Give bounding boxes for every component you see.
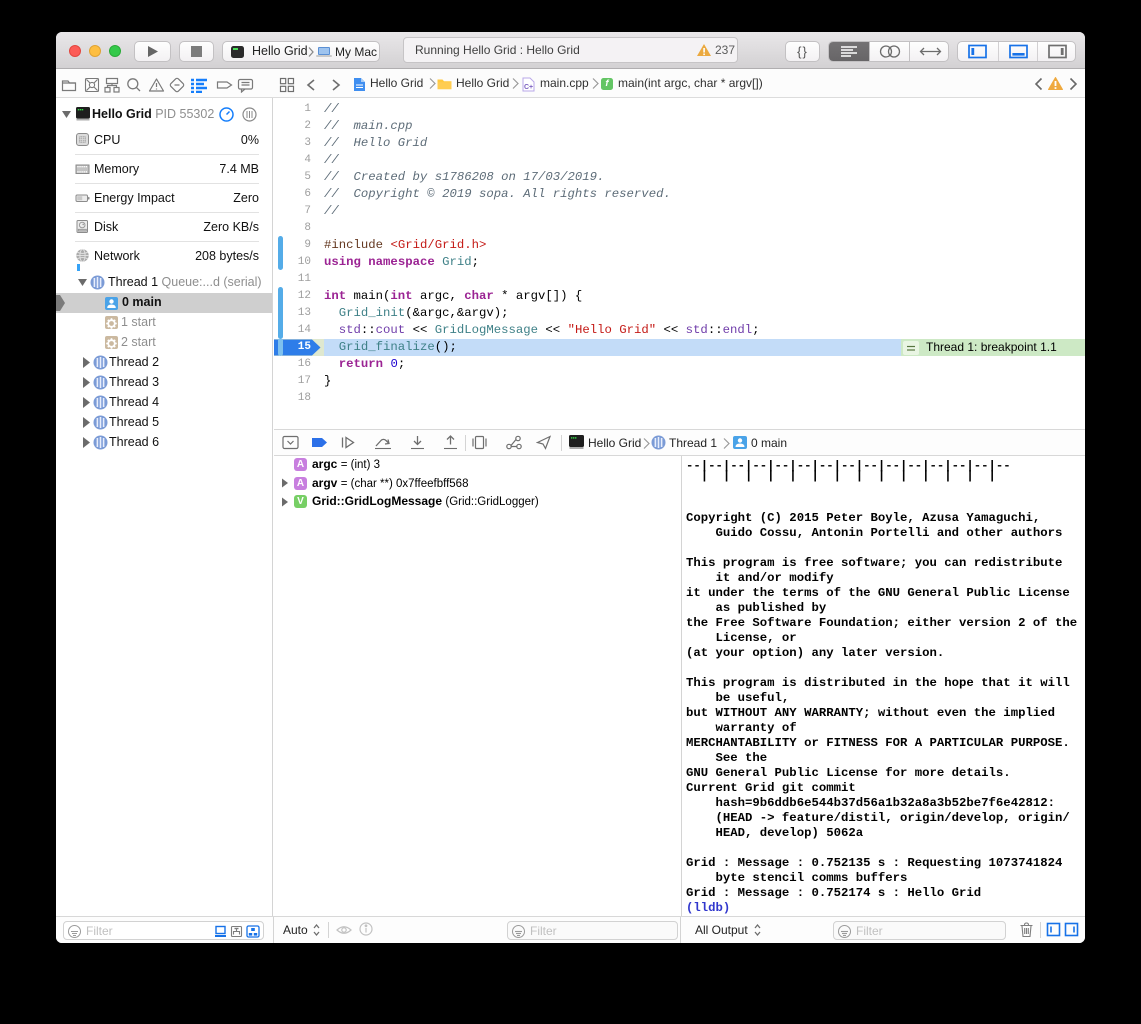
svg-text:C+: C+ xyxy=(524,84,533,91)
